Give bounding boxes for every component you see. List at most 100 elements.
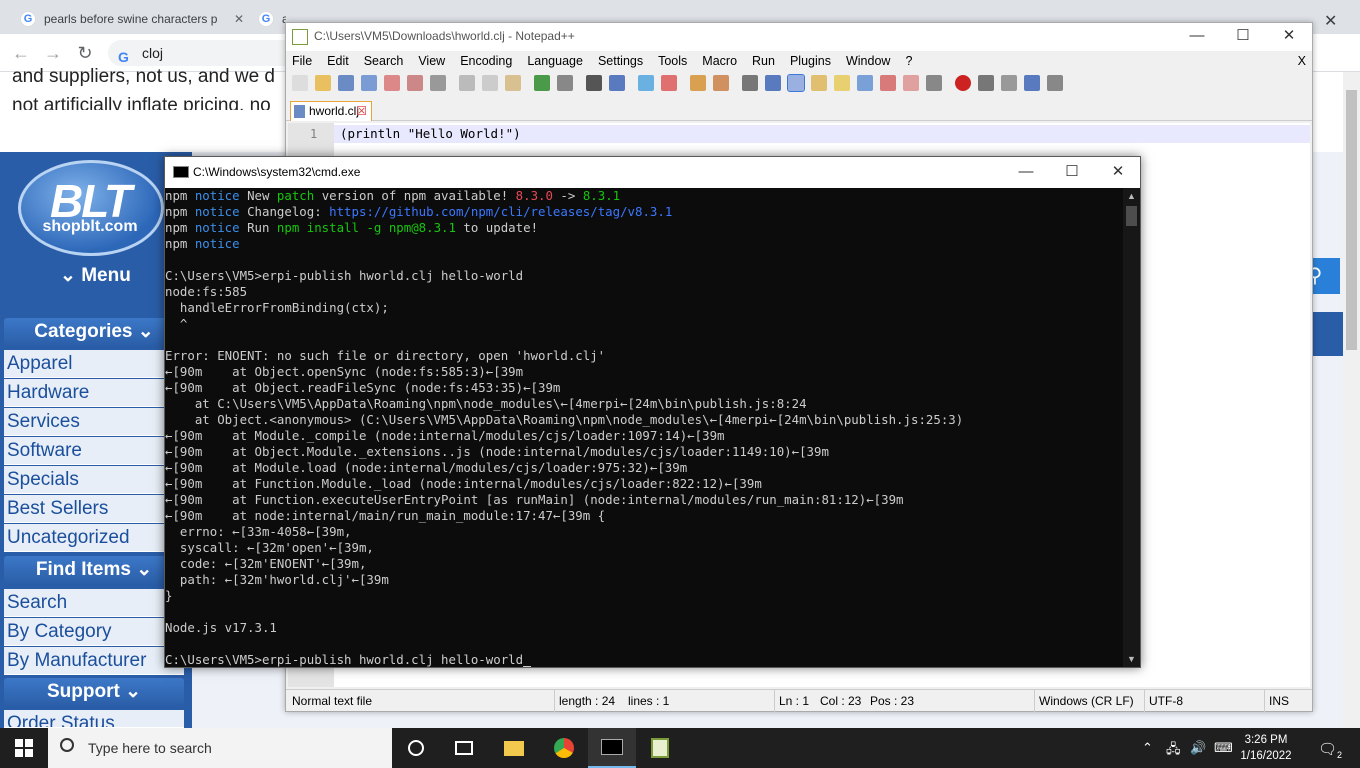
udl-icon[interactable] [811, 75, 827, 91]
doc-map-icon[interactable] [834, 75, 850, 91]
back-arrow-icon[interactable]: ← [10, 42, 32, 64]
file-tab-hworld[interactable]: hworld.clj ☒ [290, 101, 372, 121]
code-line[interactable]: (println "Hello World!") [340, 125, 521, 143]
chrome-icon[interactable] [540, 728, 588, 768]
section-find-items-header[interactable]: Find Items ⌄ [4, 556, 184, 584]
redo-icon[interactable] [557, 75, 573, 91]
close-icon[interactable]: ✕ [1266, 23, 1312, 51]
paste-icon[interactable] [505, 75, 521, 91]
volume-icon[interactable]: 🔊 [1190, 740, 1206, 756]
minimize-icon[interactable]: — [1174, 23, 1220, 51]
record-macro-icon[interactable] [955, 75, 971, 91]
window-close-icon[interactable]: ✕ [1316, 6, 1360, 36]
maximize-icon[interactable]: ☐ [1220, 23, 1266, 51]
notepadpp-taskbar-icon[interactable] [636, 728, 684, 768]
sidebar-item-by-manufacturer[interactable]: By Manufacturer [4, 647, 184, 675]
menu-plugins[interactable]: Plugins [790, 51, 831, 71]
monitoring-icon[interactable] [926, 75, 942, 91]
file-explorer-icon[interactable] [490, 728, 538, 768]
sidebar-item-software[interactable]: Software [4, 437, 184, 465]
indent-guide-icon[interactable] [787, 74, 805, 92]
menu-tools[interactable]: Tools [658, 51, 687, 71]
save-all-icon[interactable] [361, 75, 377, 91]
menu-language[interactable]: Language [527, 51, 583, 71]
menu-encoding[interactable]: Encoding [460, 51, 512, 71]
scroll-up-icon[interactable]: ▲ [1123, 188, 1140, 204]
status-encoding[interactable]: UTF-8 [1144, 690, 1183, 712]
status-insert-mode[interactable]: INS [1264, 690, 1289, 712]
sidebar-item-services[interactable]: Services [4, 408, 184, 436]
close-file-icon[interactable] [384, 75, 400, 91]
word-wrap-icon[interactable] [742, 75, 758, 91]
zoom-in-icon[interactable] [638, 75, 654, 91]
sidebar-item-specials[interactable]: Specials [4, 466, 184, 494]
start-button[interactable] [0, 728, 48, 768]
sidebar-item-search[interactable]: Search [4, 589, 184, 617]
close-tab-icon[interactable]: ✕ [230, 12, 248, 26]
menu-settings[interactable]: Settings [598, 51, 643, 71]
sidebar-item-order-status[interactable]: Order Status [4, 710, 184, 728]
browser-tab-1[interactable]: G pearls before swine characters p ✕ [12, 4, 248, 34]
reload-icon[interactable]: ↻ [74, 42, 96, 64]
find-icon[interactable] [586, 75, 602, 91]
forward-arrow-icon[interactable]: → [42, 42, 64, 64]
section-support-header[interactable]: Support ⌄ [4, 678, 184, 706]
status-eol[interactable]: Windows (CR LF) [1034, 690, 1134, 712]
stop-macro-icon[interactable] [978, 75, 994, 91]
cmd-taskbar-icon[interactable] [588, 728, 636, 768]
sidebar-item-by-category[interactable]: By Category [4, 618, 184, 646]
menu-file[interactable]: File [292, 51, 312, 71]
menu-button[interactable]: ⌄ Menu [60, 264, 131, 287]
sync-vertical-icon[interactable] [690, 75, 706, 91]
scrollbar-thumb[interactable] [1126, 206, 1137, 226]
show-all-chars-icon[interactable] [765, 75, 781, 91]
sidebar-item-hardware[interactable]: Hardware [4, 379, 184, 407]
menu-help[interactable]: ? [905, 51, 912, 71]
keyboard-icon[interactable]: ⌨ [1214, 740, 1233, 756]
folder-workspace-icon[interactable] [880, 75, 896, 91]
save-icon[interactable] [338, 75, 354, 91]
save-macro-icon[interactable] [1047, 75, 1063, 91]
close-icon[interactable]: ✕ [1095, 159, 1141, 187]
cmd-titlebar[interactable]: C:\Windows\system32\cmd.exe [165, 157, 1140, 188]
function-list-icon[interactable] [857, 75, 873, 91]
console-scrollbar[interactable]: ▲ ▼ [1123, 188, 1140, 667]
replace-icon[interactable] [609, 75, 625, 91]
scrollbar-thumb[interactable] [1346, 90, 1357, 350]
taskbar-search[interactable]: Type here to search [48, 728, 392, 768]
section-categories-header[interactable]: Categories ⌄ [4, 318, 184, 346]
cut-icon[interactable] [459, 75, 475, 91]
browser-tab-2[interactable]: G among us 7 days free - Google S [250, 4, 286, 34]
menu-run[interactable]: Run [752, 51, 775, 71]
notification-center-icon[interactable]: 🗨2 [1318, 740, 1342, 760]
zoom-out-icon[interactable] [661, 75, 677, 91]
cortana-icon[interactable] [392, 728, 440, 768]
sync-horizontal-icon[interactable] [713, 75, 729, 91]
network-icon[interactable]: 🖧 [1166, 740, 1181, 762]
undo-icon[interactable] [534, 75, 550, 91]
close-all-icon[interactable] [407, 75, 423, 91]
minimize-icon[interactable]: — [1003, 159, 1049, 187]
maximize-icon[interactable]: ☐ [1049, 159, 1095, 187]
notepadpp-titlebar[interactable]: C:\Users\VM5\Downloads\hworld.clj - Note… [286, 23, 1312, 51]
task-view-icon[interactable] [440, 728, 488, 768]
scroll-down-icon[interactable]: ▼ [1123, 651, 1140, 667]
sidebar-item-best-sellers[interactable]: Best Sellers [4, 495, 184, 523]
page-scrollbar[interactable] [1343, 72, 1360, 728]
menu-search[interactable]: Search [364, 51, 404, 71]
doc-list-icon[interactable] [903, 75, 919, 91]
open-file-icon[interactable] [315, 75, 331, 91]
copy-icon[interactable] [482, 75, 498, 91]
show-hidden-icons-icon[interactable]: ⌃ [1142, 740, 1153, 756]
menu-view[interactable]: View [418, 51, 445, 71]
close-tab-icon[interactable]: ☒ [356, 102, 367, 120]
print-icon[interactable] [430, 75, 446, 91]
console-output[interactable]: npm notice New patch version of npm avai… [165, 188, 1123, 667]
menu-window[interactable]: Window [846, 51, 890, 71]
close-document-icon[interactable]: X [1298, 51, 1306, 71]
play-macro-icon[interactable] [1001, 75, 1017, 91]
sidebar-item-apparel[interactable]: Apparel [4, 350, 184, 378]
menu-macro[interactable]: Macro [702, 51, 737, 71]
sidebar-item-uncategorized[interactable]: Uncategorized [4, 524, 184, 552]
run-macro-multiple-icon[interactable] [1024, 75, 1040, 91]
